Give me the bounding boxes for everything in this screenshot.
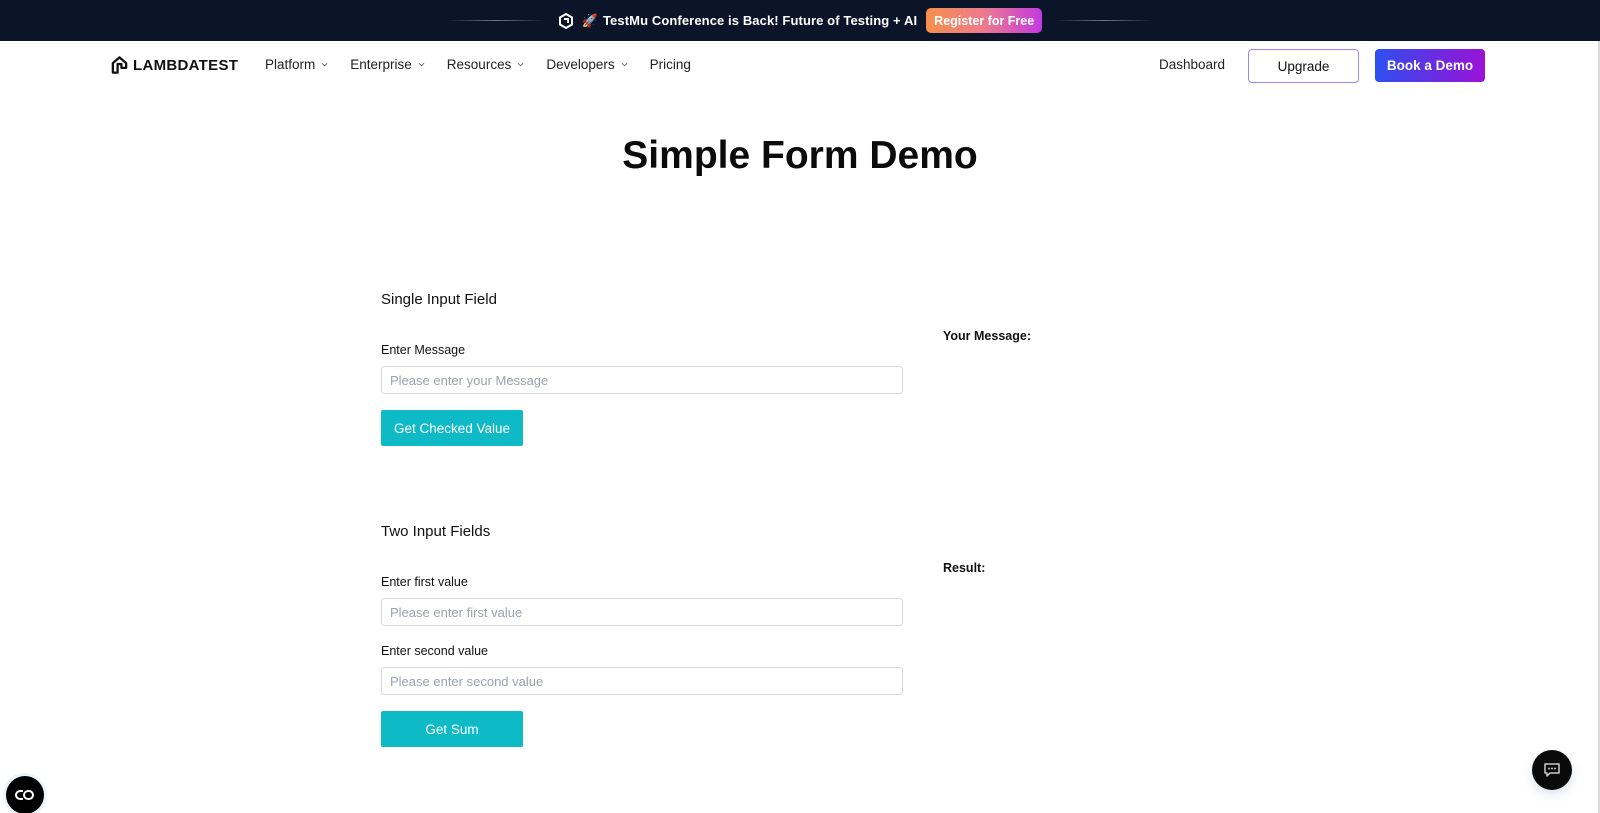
lambdatest-logo[interactable]: LAMBDATEST xyxy=(110,55,238,75)
second-value-input[interactable] xyxy=(381,667,903,695)
nav-item-label: Pricing xyxy=(649,57,691,72)
nav-item-label: Platform xyxy=(265,57,316,72)
second-value-label: Enter second value xyxy=(381,644,489,658)
enter-message-label: Enter Message xyxy=(381,343,466,357)
main-navigation: LAMBDATEST Platform Enterprise Resources… xyxy=(0,41,1600,91)
lambdatest-logo-icon xyxy=(111,56,128,74)
nav-item-platform[interactable]: Platform xyxy=(265,57,328,72)
first-value-label: Enter first value xyxy=(381,575,468,589)
first-value-input[interactable] xyxy=(381,598,903,626)
nav-menu: Platform Enterprise Resources Developers… xyxy=(265,57,713,72)
nav-item-label: Developers xyxy=(546,57,615,72)
chevron-down-icon xyxy=(418,62,425,67)
nav-item-pricing[interactable]: Pricing xyxy=(650,57,691,72)
section-title: Two Input Fields xyxy=(381,523,491,540)
accessibility-toggle-icon xyxy=(15,790,34,800)
rocket-icon: 🚀 xyxy=(581,12,598,28)
nav-item-resources[interactable]: Resources xyxy=(447,57,525,72)
banner-text: TestMu Conference is Back! Future of Tes… xyxy=(602,13,918,28)
upgrade-button[interactable]: Upgrade xyxy=(1248,49,1359,83)
testmu-logo-icon xyxy=(558,12,574,29)
nav-item-label: Resources xyxy=(446,57,512,72)
message-input[interactable] xyxy=(381,366,903,394)
dashboard-link[interactable]: Dashboard xyxy=(1159,57,1225,72)
register-for-free-button[interactable]: Register for Free xyxy=(926,8,1043,33)
get-checked-value-button[interactable]: Get Checked Value xyxy=(381,410,523,446)
announcement-banner: 🚀 TestMu Conference is Back! Future of T… xyxy=(0,0,1600,41)
chevron-down-icon xyxy=(321,62,328,67)
banner-divider-right xyxy=(1054,20,1155,21)
page-title: Simple Form Demo xyxy=(622,134,978,177)
nav-item-developers[interactable]: Developers xyxy=(546,57,628,72)
nav-item-enterprise[interactable]: Enterprise xyxy=(350,57,425,72)
accessibility-toggle-button[interactable] xyxy=(6,776,44,813)
book-a-demo-button[interactable]: Book a Demo xyxy=(1375,49,1485,82)
chevron-down-icon xyxy=(621,62,628,67)
get-sum-button[interactable]: Get Sum xyxy=(381,711,523,747)
banner-divider-left xyxy=(445,20,546,21)
nav-item-label: Enterprise xyxy=(350,57,412,72)
chevron-down-icon xyxy=(517,62,524,67)
logo-text: LAMBDATEST xyxy=(133,56,239,74)
section-title: Single Input Field xyxy=(381,291,497,308)
result-label: Result: xyxy=(943,561,986,575)
chat-button[interactable] xyxy=(1532,750,1572,790)
your-message-label: Your Message: xyxy=(943,329,1031,343)
chat-icon xyxy=(1544,763,1560,777)
